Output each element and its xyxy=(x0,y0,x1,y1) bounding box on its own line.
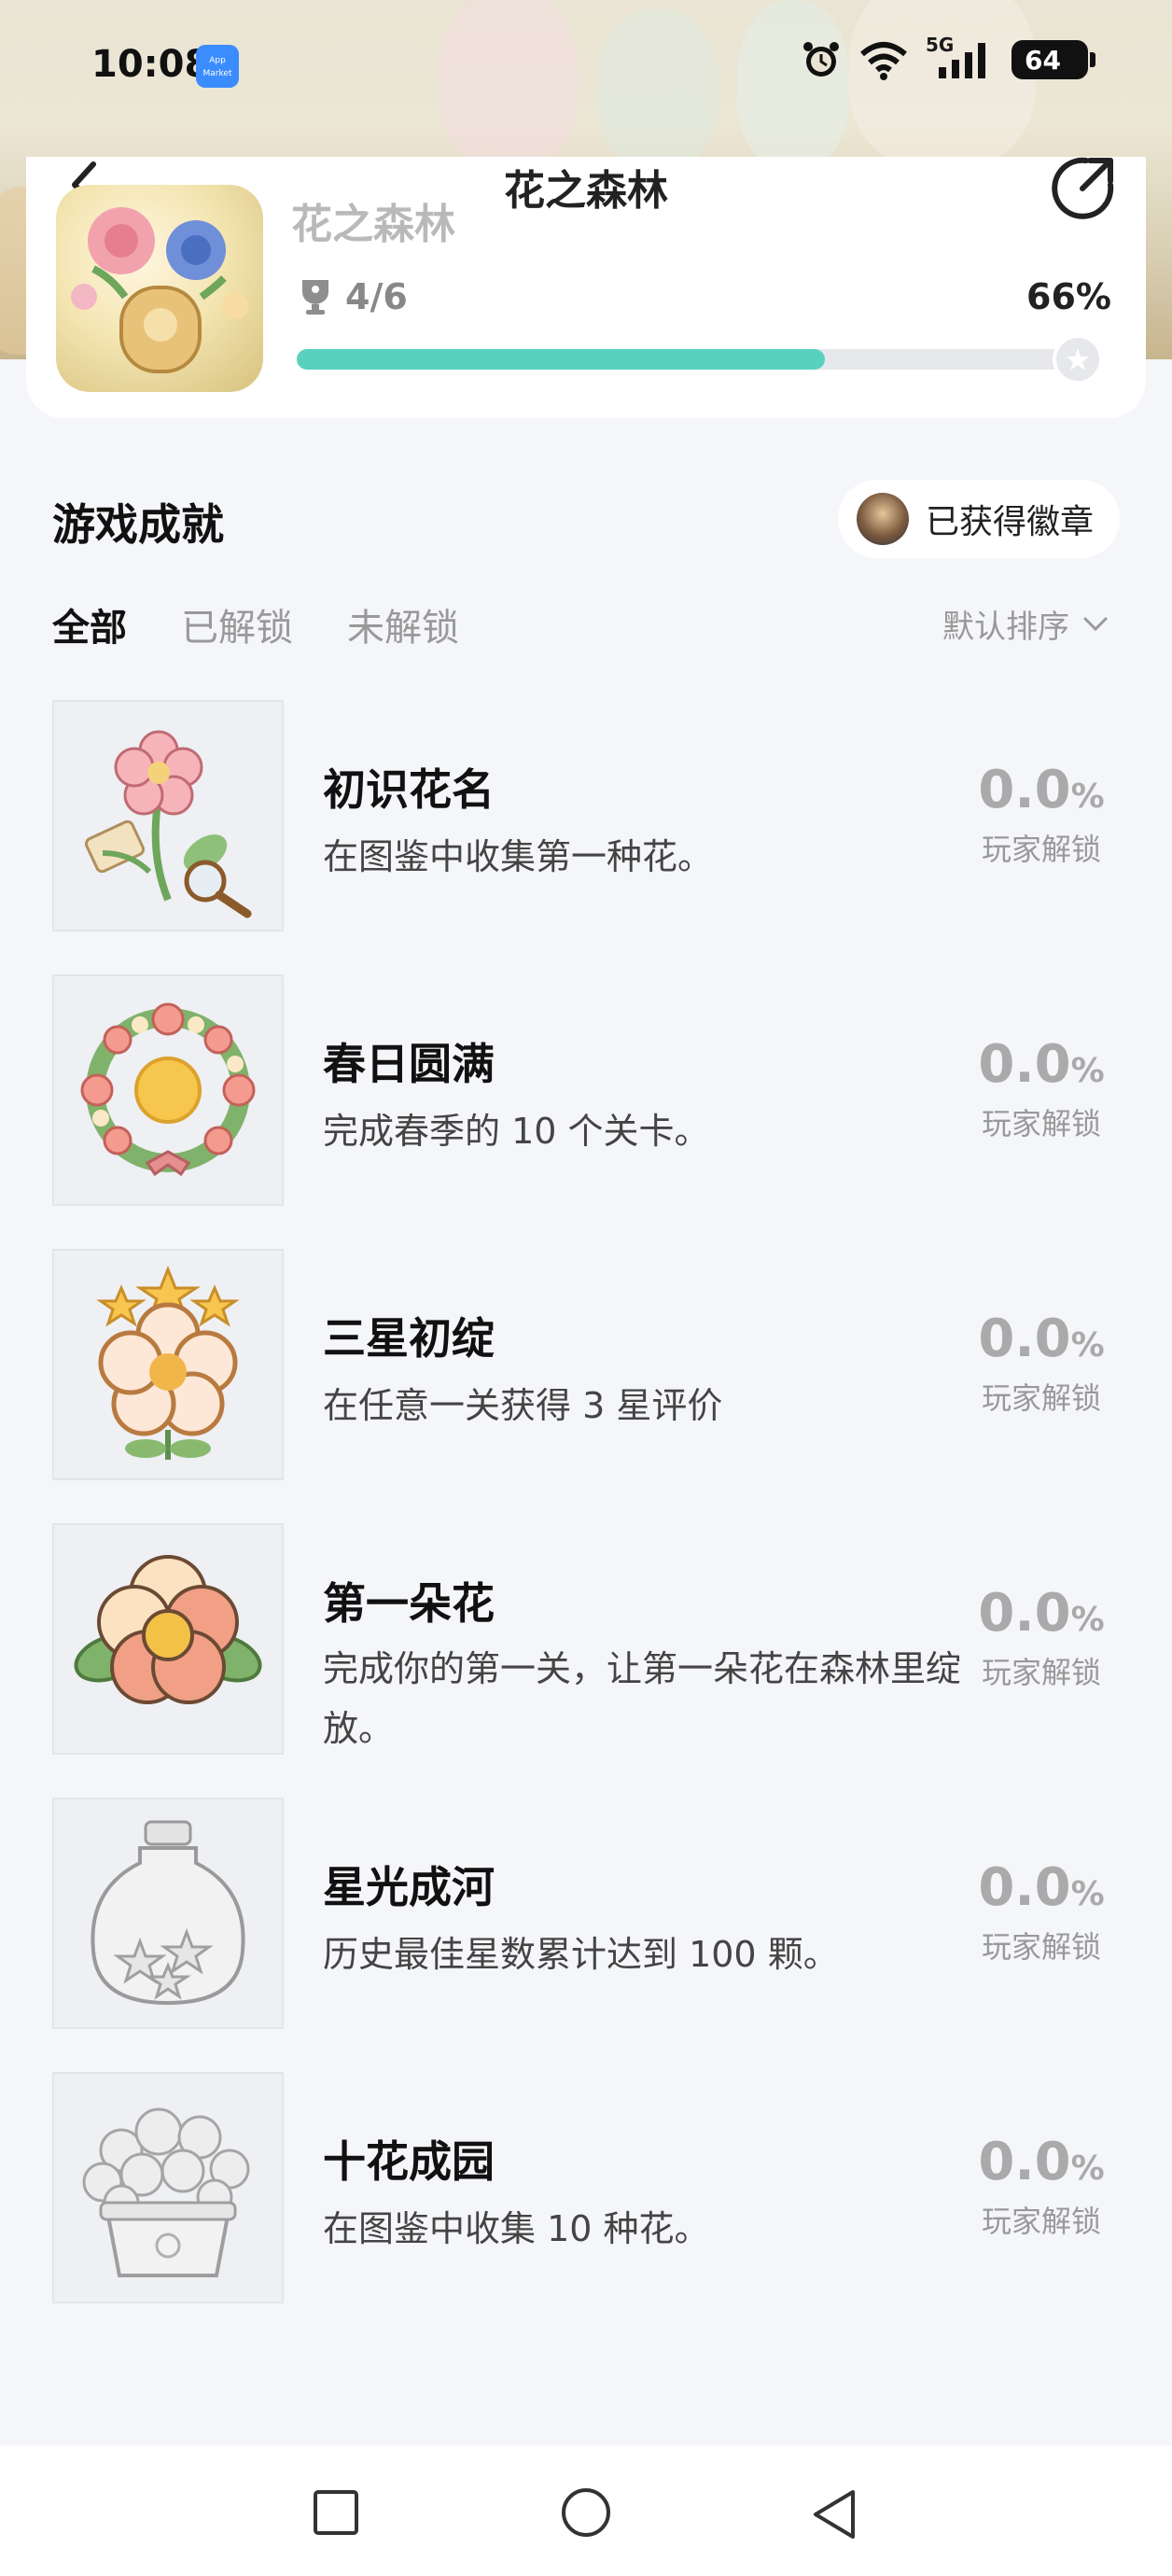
unlock-rate-caption: 玩家解锁 xyxy=(981,1655,1101,1690)
achievement-title: 三星初绽 xyxy=(323,1313,495,1364)
unlock-rate-unit: % xyxy=(1070,1875,1105,1913)
chevron-down-icon xyxy=(1083,617,1108,631)
progress-end-knob xyxy=(1053,334,1103,385)
game-icon xyxy=(56,185,263,392)
game-name: 花之森林 xyxy=(291,201,455,248)
achievement-title: 十花成园 xyxy=(323,2136,495,2187)
achievement-item[interactable]: 初识花名 在图鉴中收集第一种花。 0.0% 玩家解锁 xyxy=(52,700,1125,974)
home-button[interactable] xyxy=(560,2486,612,2539)
system-nav-bar xyxy=(0,2445,1172,2576)
unlock-rate: 0.0% 玩家解锁 xyxy=(957,760,1125,869)
achievement-item[interactable]: 星光成河 历史最佳星数累计达到 100 颗。 0.0% 玩家解锁 xyxy=(52,1798,1125,2072)
progress-bar xyxy=(297,334,1103,385)
first-flower-icon xyxy=(52,1523,284,1755)
achievement-list: 初识花名 在图鉴中收集第一种花。 0.0% 玩家解锁 春日圆满 完成春季的 10… xyxy=(52,700,1125,2346)
achievement-title: 第一朵花 xyxy=(323,1578,495,1629)
signal-icon: 5G xyxy=(926,34,995,80)
progress-fill xyxy=(297,349,826,370)
app-market-icon: App Market xyxy=(196,45,239,88)
sort-label: 默认排序 xyxy=(942,609,1069,646)
achievement-item[interactable]: 春日圆满 完成春季的 10 个关卡。 0.0% 玩家解锁 xyxy=(52,974,1125,1249)
achievement-title: 春日圆满 xyxy=(323,1039,495,1089)
trophy-count: 4/6 xyxy=(345,276,408,317)
achievement-title: 初识花名 xyxy=(323,764,495,815)
achievement-title: 星光成河 xyxy=(323,1862,495,1912)
unlock-rate-unit: % xyxy=(1070,1326,1105,1365)
share-button[interactable] xyxy=(1049,153,1118,222)
achievement-desc: 在图鉴中收集第一种花。 xyxy=(323,836,714,877)
status-bar: 10:08 App Market 5G 64 xyxy=(0,0,1172,131)
unlock-rate-caption: 玩家解锁 xyxy=(981,1929,1101,1965)
unlock-rate-unit: % xyxy=(1070,2149,1105,2188)
badge-avatar-icon xyxy=(857,493,909,545)
wifi-icon xyxy=(860,42,907,80)
filter-tabs: 全部 已解锁 未解锁 xyxy=(52,597,459,651)
unlock-rate-caption: 玩家解锁 xyxy=(981,1106,1101,1141)
achievement-desc: 在图鉴中收集 10 种花。 xyxy=(323,2208,710,2249)
unlock-rate-value: 0.0 xyxy=(978,1583,1071,1644)
three-star-flower-icon xyxy=(52,1249,284,1480)
unlock-rate-value: 0.0 xyxy=(978,760,1071,820)
achievement-item[interactable]: 三星初绽 在任意一关获得 3 星评价 0.0% 玩家解锁 xyxy=(52,1249,1125,1523)
progress-percent: 66% xyxy=(1026,276,1111,317)
back-nav-button[interactable] xyxy=(810,2488,858,2541)
flower-pot-icon xyxy=(52,2072,284,2303)
tab-unlocked[interactable]: 已解锁 xyxy=(181,597,293,651)
achievement-desc: 完成你的第一关，让第一朵花在森林里绽放。 xyxy=(323,1648,962,1749)
unlock-rate-unit: % xyxy=(1070,777,1105,816)
battery-level: 64 xyxy=(1025,44,1061,76)
unlock-rate-caption: 玩家解锁 xyxy=(981,1380,1101,1416)
tab-locked[interactable]: 未解锁 xyxy=(347,597,459,651)
unlock-rate-unit: % xyxy=(1070,1601,1105,1639)
achievement-item[interactable]: 十花成园 在图鉴中收集 10 种花。 0.0% 玩家解锁 xyxy=(52,2072,1125,2346)
achievement-desc: 历史最佳星数累计达到 100 颗。 xyxy=(323,1934,839,1975)
star-icon xyxy=(1067,348,1089,371)
status-time: 10:08 xyxy=(91,43,211,86)
unlock-rate: 0.0% 玩家解锁 xyxy=(957,1309,1125,1418)
battery-icon: 64 xyxy=(1012,40,1095,79)
achievement-desc: 完成春季的 10 个关卡。 xyxy=(323,1111,710,1152)
unlock-rate-caption: 玩家解锁 xyxy=(981,832,1101,867)
unlock-rate-value: 0.0 xyxy=(978,1309,1071,1369)
unlock-rate-unit: % xyxy=(1070,1052,1105,1090)
unlock-rate: 0.0% 玩家解锁 xyxy=(957,2132,1125,2241)
star-jar-icon xyxy=(52,1798,284,2029)
recent-apps-button[interactable] xyxy=(312,2488,360,2537)
unlock-rate-caption: 玩家解锁 xyxy=(981,2204,1101,2239)
unlock-rate-value: 0.0 xyxy=(978,2132,1071,2192)
tab-all[interactable]: 全部 xyxy=(52,597,127,651)
achievement-item[interactable]: 第一朵花 完成你的第一关，让第一朵花在森林里绽放。 0.0% 玩家解锁 xyxy=(52,1523,1125,1798)
unlock-rate: 0.0% 玩家解锁 xyxy=(957,1034,1125,1143)
unlock-rate-value: 0.0 xyxy=(978,1857,1071,1918)
unlock-rate: 0.0% 玩家解锁 xyxy=(957,1857,1125,1967)
flower-magnifier-icon xyxy=(52,700,284,931)
unlock-rate: 0.0% 玩家解锁 xyxy=(957,1583,1125,1692)
trophy-row: 4/6 xyxy=(299,276,408,317)
spring-wreath-icon xyxy=(52,974,284,1206)
earned-badges-button[interactable]: 已获得徽章 xyxy=(838,480,1120,558)
section-title: 游戏成就 xyxy=(52,499,224,550)
trophy-icon xyxy=(302,280,328,315)
alarm-icon xyxy=(803,42,839,77)
earned-badges-label: 已获得徽章 xyxy=(926,503,1095,541)
achievement-desc: 在任意一关获得 3 星评价 xyxy=(323,1385,723,1426)
sort-dropdown[interactable]: 默认排序 xyxy=(942,601,1109,647)
network-type: 5G xyxy=(926,34,955,56)
unlock-rate-value: 0.0 xyxy=(978,1034,1071,1095)
